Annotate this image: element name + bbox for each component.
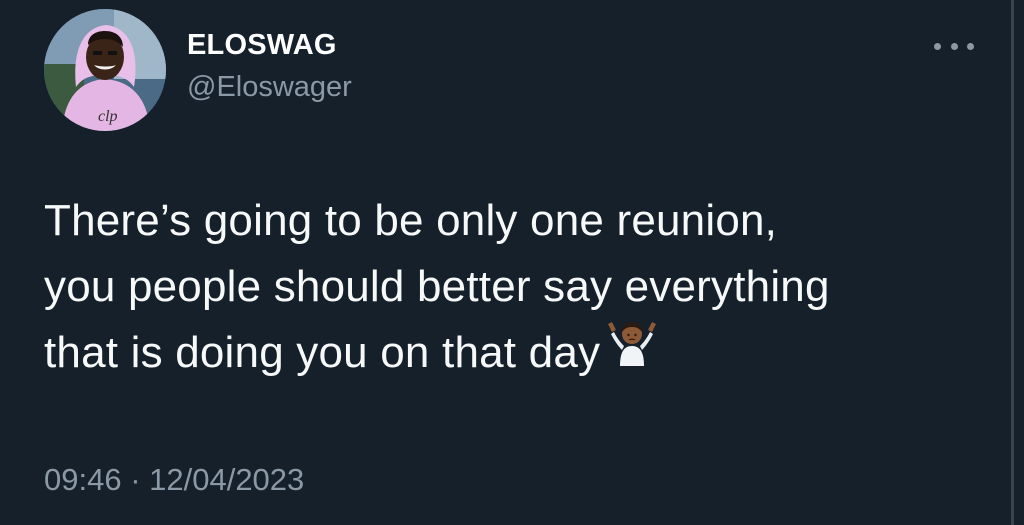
more-dot	[967, 42, 974, 50]
tweet-timestamp[interactable]: 09:46 · 12/04/2023	[44, 460, 304, 500]
tweet-text-line: that is doing you on that day	[44, 320, 974, 389]
more-options-icon[interactable]	[934, 33, 974, 59]
svg-text:clp: clp	[98, 108, 118, 125]
more-dot	[934, 42, 941, 50]
person-shrugging-icon	[606, 318, 658, 385]
profile-photo-icon: clp	[44, 9, 166, 131]
tweet-text-line: There’s going to be only one reunion,	[44, 196, 778, 245]
tweet-text-line: you people should better say everything	[44, 262, 830, 311]
more-dot	[950, 42, 958, 50]
display-name[interactable]: ELOSWAG	[187, 26, 352, 64]
avatar[interactable]: clp	[44, 9, 166, 131]
tweet-card: clp ELOSWAG @Eloswager There’s going to …	[0, 0, 1024, 525]
user-handle[interactable]: @Eloswager	[187, 68, 352, 106]
tweet-text: There’s going to be only one reunion, yo…	[44, 188, 974, 389]
author-names: ELOSWAG @Eloswager	[187, 26, 352, 106]
scrollbar[interactable]	[1011, 0, 1014, 525]
tweet-text-line-content: that is doing you on that day	[44, 328, 601, 377]
